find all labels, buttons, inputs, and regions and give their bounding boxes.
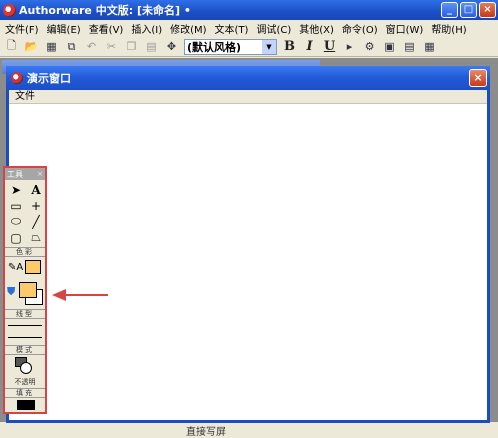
chevron-down-icon: ▼: [262, 39, 276, 54]
pencil-text-color-icon: ✎A: [8, 261, 24, 273]
presentation-window-icon: [11, 72, 23, 84]
function-window-icon[interactable]: ▣: [382, 39, 397, 54]
line-style-option[interactable]: [5, 331, 45, 343]
mode-selector[interactable]: [5, 355, 45, 377]
line-section-label: 线型: [5, 309, 45, 319]
app-titlebar: Authorware 中文版: [未命名] • _ □ ×: [0, 0, 498, 20]
underline-button[interactable]: U: [322, 39, 337, 54]
bold-button[interactable]: B: [282, 39, 297, 54]
tools-palette-title: 工具: [7, 169, 23, 179]
color-section-label: 色彩: [5, 247, 45, 257]
fill-color-row: ⛊: [5, 277, 45, 307]
minimize-button[interactable]: _: [441, 2, 458, 18]
presentation-menu-file[interactable]: 文件: [15, 91, 35, 102]
paint-bucket-icon: ⛊: [7, 285, 16, 298]
run-icon[interactable]: ▸: [342, 39, 357, 54]
text-tool-icon[interactable]: A: [27, 182, 45, 197]
maximize-button[interactable]: □: [460, 2, 477, 18]
undo-icon[interactable]: ↶: [84, 39, 99, 54]
polygon-tool-icon[interactable]: ⏢: [27, 230, 45, 245]
presentation-window-title: 演示窗口: [27, 72, 71, 85]
presentation-window-titlebar[interactable]: 演示窗口 ×: [6, 66, 490, 90]
style-dropdown[interactable]: (默认风格) ▼: [184, 38, 277, 55]
presentation-menu-bar: 文件: [9, 90, 487, 104]
knowledge-object-icon[interactable]: ▦: [422, 39, 437, 54]
menu-file[interactable]: 文件(F): [2, 21, 44, 36]
line-color-row: ✎A: [5, 257, 45, 277]
import-icon[interactable]: ⧉: [64, 39, 79, 54]
toolbar: 🗋 📂 ▦ ⧉ ↶ ✂ ❐ ▤ ✥ (默认风格) ▼ B I U ▸ ⚙ ▣ ▤…: [0, 37, 498, 57]
new-file-icon[interactable]: 🗋: [4, 39, 19, 54]
line-tool-icon[interactable]: ╱: [27, 214, 45, 229]
menu-window[interactable]: 窗口(W): [383, 21, 429, 36]
presentation-window[interactable]: [6, 66, 490, 423]
annotation-arrow-icon: [52, 289, 108, 301]
mode-section-label: 模式: [5, 345, 45, 355]
menu-help[interactable]: 帮助(H): [428, 21, 471, 36]
find-icon[interactable]: ✥: [164, 39, 179, 54]
authorware-app-icon: [3, 3, 16, 17]
app-title: Authorware 中文版: [未命名] •: [19, 4, 191, 17]
ellipse-tool-icon[interactable]: ⬭: [7, 214, 25, 229]
cut-icon[interactable]: ✂: [104, 39, 119, 54]
tools-palette-close[interactable]: ×: [37, 170, 43, 178]
variable-window-icon[interactable]: ▤: [402, 39, 417, 54]
fill-pattern-swatch[interactable]: [17, 400, 35, 410]
menu-edit[interactable]: 编辑(E): [44, 21, 86, 36]
control-panel-icon[interactable]: ⚙: [362, 39, 377, 54]
copy-icon[interactable]: ❐: [124, 39, 139, 54]
menu-debug[interactable]: 调试(C): [253, 21, 296, 36]
style-dropdown-value: (默认风格): [187, 40, 242, 54]
menu-bar: 文件(F) 编辑(E) 查看(V) 插入(I) 修改(M) 文本(T) 调试(C…: [0, 20, 498, 37]
foreground-color-swatch[interactable]: [19, 282, 37, 298]
open-folder-icon[interactable]: 📂: [24, 39, 39, 54]
tools-palette-titlebar[interactable]: 工具 ×: [5, 168, 45, 180]
line-color-swatch[interactable]: [25, 260, 42, 274]
save-all-icon[interactable]: ▦: [44, 39, 59, 54]
background-text: 直接写屏: [186, 427, 226, 438]
fill-section-label: 填充: [5, 388, 45, 398]
close-button[interactable]: ×: [479, 2, 496, 18]
paste-icon[interactable]: ▤: [144, 39, 159, 54]
menu-insert[interactable]: 插入(I): [128, 21, 167, 36]
mode-circle-icon: [20, 362, 32, 374]
menu-command[interactable]: 命令(O): [339, 21, 383, 36]
crosshair-tool-icon[interactable]: +: [27, 198, 45, 213]
tools-palette[interactable]: 工具 × ➤ A ▭ + ⬭ ╱ ▢ ⏢ 色彩 ✎A ⛊ 线型 模式 不透明 填…: [3, 166, 47, 414]
menu-text[interactable]: 文本(T): [212, 21, 254, 36]
menu-other[interactable]: 其他(X): [296, 21, 339, 36]
menu-modify[interactable]: 修改(M): [167, 21, 211, 36]
line-style-option[interactable]: [5, 319, 45, 331]
rectangle-tool-icon[interactable]: ▭: [7, 198, 25, 213]
background-window-strip: [0, 422, 498, 435]
rounded-rectangle-tool-icon[interactable]: ▢: [7, 230, 25, 245]
opacity-mode-label: 不透明: [14, 378, 36, 386]
pointer-tool-icon[interactable]: ➤: [7, 182, 25, 197]
menu-view[interactable]: 查看(V): [86, 21, 129, 36]
italic-button[interactable]: I: [302, 39, 317, 54]
tools-grid: ➤ A ▭ + ⬭ ╱ ▢ ⏢: [5, 180, 45, 245]
presentation-close-button[interactable]: ×: [469, 69, 487, 87]
